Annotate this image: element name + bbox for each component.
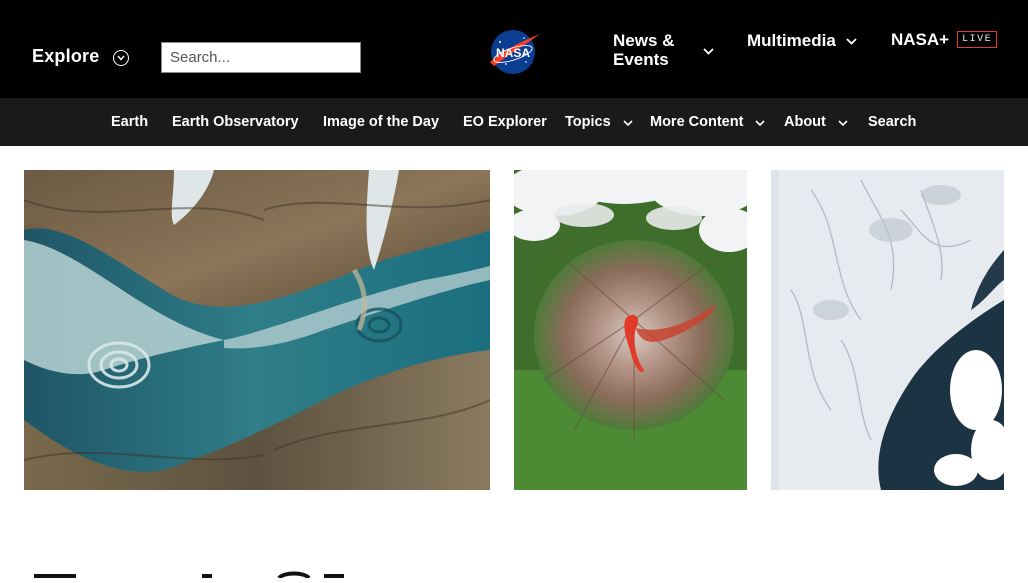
explore-label: Explore [32, 46, 100, 66]
subnav-item-label: Topics [565, 114, 611, 130]
subnav-item-label: More Content [650, 114, 744, 130]
live-badge: LIVE [957, 31, 998, 48]
subnav-item-topics[interactable]: Topics [565, 98, 633, 146]
subnav-item-earth-observatory[interactable]: Earth Observatory [172, 98, 299, 146]
satellite-image [771, 170, 1004, 490]
satellite-image [514, 170, 747, 490]
subnav-item-label: Earth Observatory [172, 114, 299, 130]
chevron-down-icon [846, 30, 857, 50]
next-section-headline-fragment [34, 562, 354, 580]
subnav-item-label: EO Explorer [463, 114, 547, 130]
chevron-down-icon [113, 50, 130, 66]
search-box[interactable] [161, 42, 361, 73]
subnav-item-more-content[interactable]: More Content [650, 98, 766, 146]
nav-nasa-plus[interactable]: NASA+ LIVE [891, 30, 998, 49]
explore-menu[interactable]: Explore [32, 46, 130, 67]
subnav-item-search[interactable]: Search [868, 98, 916, 146]
nav-news-events-label: News & Events [613, 31, 675, 69]
site-header: Explore NASA News & Events Multimedia [0, 0, 1028, 98]
subnav-item-label: Image of the Day [323, 114, 440, 130]
nav-multimedia-label: Multimedia [747, 30, 836, 50]
chevron-down-icon [838, 114, 848, 130]
chevron-down-icon [623, 114, 633, 130]
image-card-fjord[interactable] [24, 170, 490, 490]
subnav-item-label: Search [868, 114, 917, 130]
image-card-volcano[interactable] [514, 170, 747, 490]
search-input[interactable] [162, 43, 360, 72]
subnav-item-eo-explorer[interactable]: EO Explorer [463, 98, 547, 146]
secondary-nav: Earth Earth Observatory Image of the Day… [0, 98, 1028, 146]
logo-wordmark: NASA [496, 46, 530, 60]
image-card-snowy-coast[interactable] [771, 170, 1004, 490]
nasa-logo[interactable]: NASA [486, 28, 542, 76]
subnav-item-image-of-the-day[interactable]: Image of the Day [323, 98, 439, 146]
chevron-down-icon [703, 40, 714, 60]
nav-nasa-plus-label: NASA+ [891, 30, 950, 49]
nav-multimedia[interactable]: Multimedia [747, 30, 857, 50]
subnav-item-label: Earth [111, 114, 149, 130]
subnav-item-earth[interactable]: Earth [111, 98, 148, 146]
subnav-item-about[interactable]: About [784, 98, 848, 146]
satellite-image [24, 170, 490, 490]
chevron-down-icon [755, 114, 766, 130]
nav-news-events[interactable]: News & Events [613, 31, 714, 69]
subnav-item-label: About [784, 114, 826, 130]
